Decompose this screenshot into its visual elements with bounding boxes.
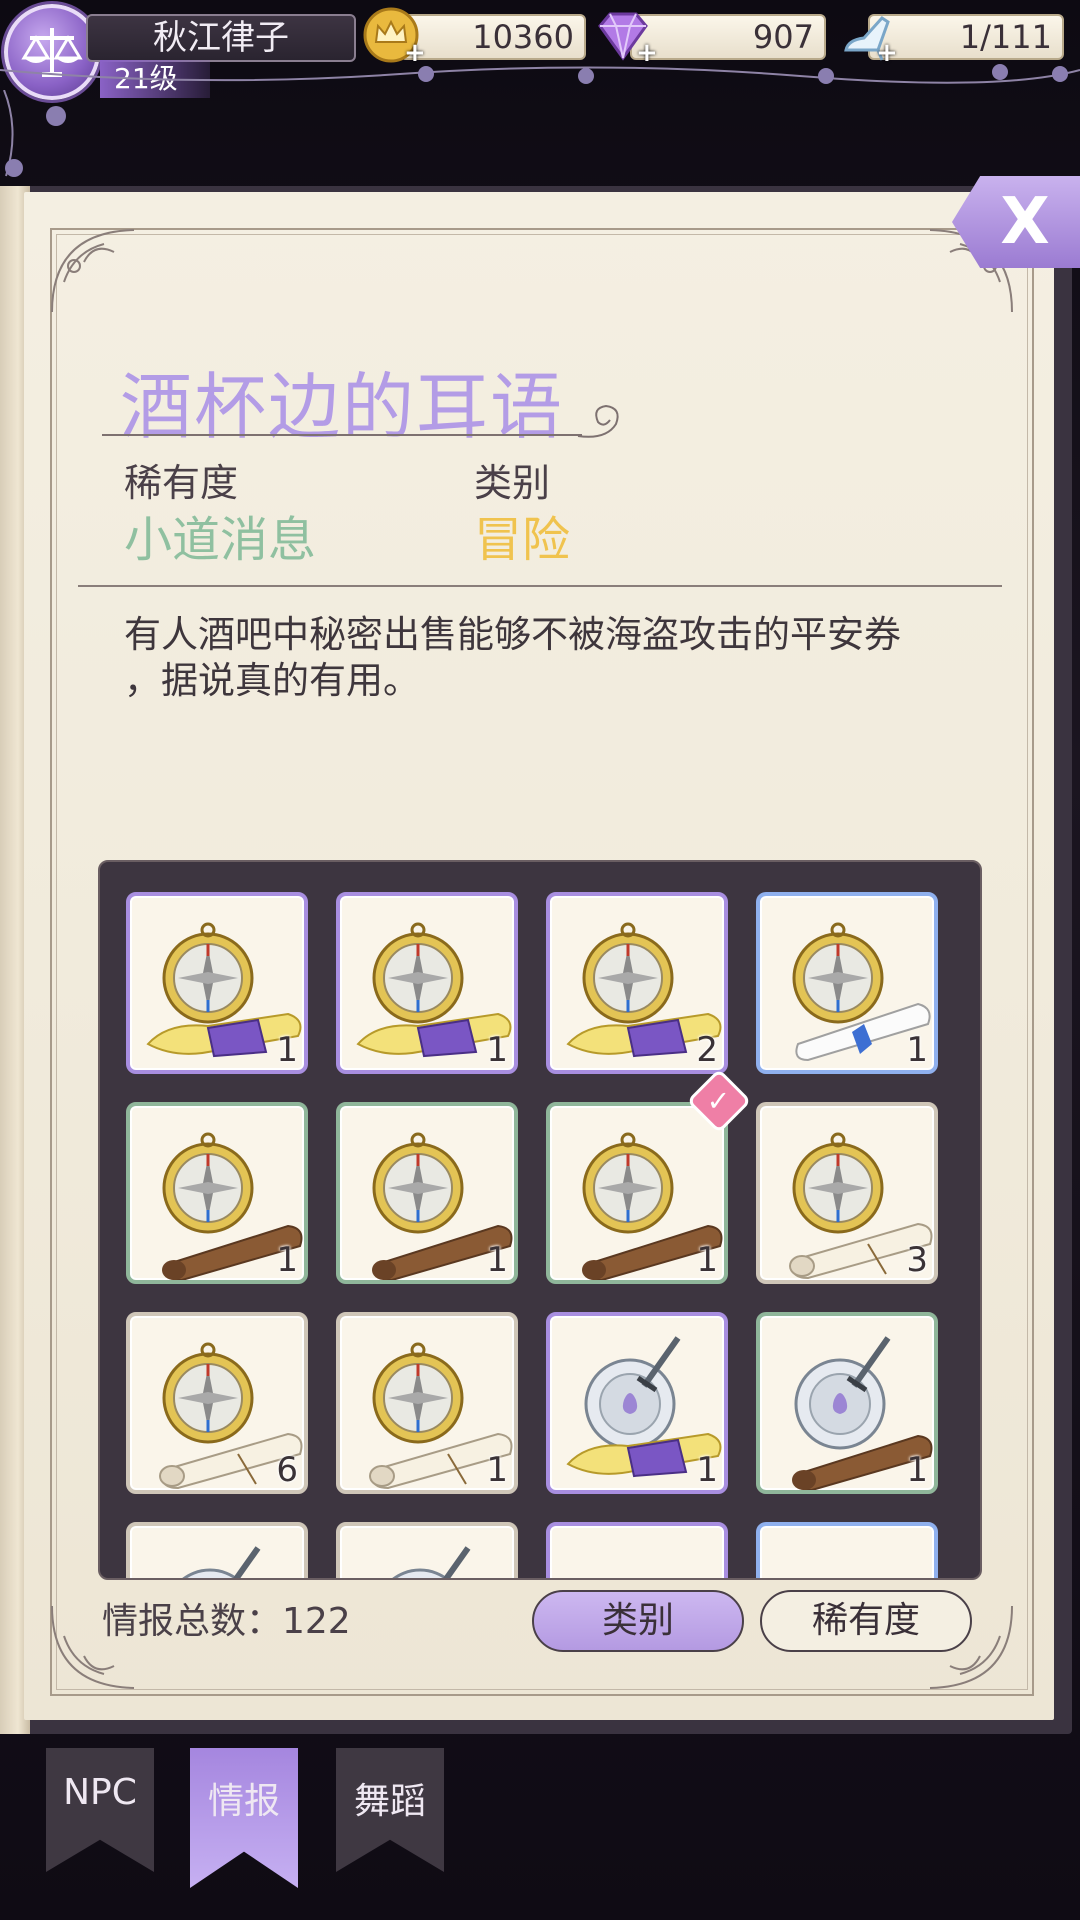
shield-sword-icon <box>182 1546 261 1578</box>
rose-vine-decoration <box>0 64 1080 84</box>
gold-counter: 10360 <box>400 14 586 60</box>
info-item-tile[interactable] <box>546 1522 728 1580</box>
info-item-tile[interactable]: 2 <box>546 892 728 1074</box>
info-item-tile[interactable]: 1 <box>546 1312 728 1494</box>
tab-label: 情报 <box>207 1781 280 1822</box>
info-item-grid: 1 1 2 1 1 1 1 ✓ 3 6 1 1 1 <box>98 860 982 1580</box>
item-count: 1 <box>906 1030 928 1070</box>
info-item-tile[interactable] <box>756 1522 938 1580</box>
item-count: 1 <box>696 1450 718 1490</box>
rarity-label: 稀有度 <box>124 461 239 505</box>
title-underline <box>102 434 582 436</box>
description-line: 有人酒吧中秘密出售能够不被海盗攻击的平安券 <box>124 613 901 656</box>
category-value: 冒险 <box>474 512 571 568</box>
item-count: 6 <box>276 1450 298 1490</box>
info-item-tile[interactable]: 1 <box>336 1312 518 1494</box>
close-icon: X <box>1000 185 1050 259</box>
tab-label: 舞蹈 <box>353 1781 426 1822</box>
tab-label: NPC <box>63 1772 137 1813</box>
info-total-count: 情报总数：122 <box>102 1601 351 1642</box>
rose-corner-decoration <box>3 90 66 177</box>
item-count: 3 <box>906 1240 928 1280</box>
info-item-tile[interactable]: 6 <box>126 1312 308 1494</box>
section-divider <box>78 585 1002 587</box>
info-item-tile[interactable]: 1 <box>756 1312 938 1494</box>
top-bar: 秋江律子 21级 10360 + 907 + 1/111 + <box>0 0 1080 180</box>
item-count: 1 <box>486 1450 508 1490</box>
item-count: 1 <box>486 1240 508 1280</box>
gem-counter: 907 <box>630 14 826 60</box>
item-count: 2 <box>696 1030 718 1070</box>
bird-icon <box>768 1534 934 1580</box>
info-item-tile[interactable] <box>336 1522 518 1578</box>
rarity-sort-button[interactable]: 稀有度 <box>760 1590 972 1652</box>
info-item-tile[interactable]: 1 <box>126 1102 308 1284</box>
player-name: 秋江律子 <box>86 14 356 62</box>
info-item-tile[interactable]: 1 <box>336 1102 518 1284</box>
info-item-tile[interactable]: 3 <box>756 1102 938 1284</box>
item-count: 1 <box>906 1450 928 1490</box>
info-item-tile[interactable]: 1 <box>756 892 938 1074</box>
info-item-tile[interactable] <box>126 1522 308 1578</box>
bird-icon <box>558 1534 724 1580</box>
description-line: ，据说真的有用。 <box>124 659 420 702</box>
info-description: 有人酒吧中秘密出售能够不被海盗攻击的平安券 ，据说真的有用。 <box>124 612 1004 704</box>
flourish-corner-icon <box>51 229 135 313</box>
item-count: 1 <box>696 1240 718 1280</box>
item-count: 1 <box>486 1030 508 1070</box>
info-title: 酒杯边的耳语 <box>120 365 565 449</box>
rarity-value: 小道消息 <box>124 512 317 568</box>
swirl-icon <box>577 404 619 438</box>
item-count: 1 <box>276 1240 298 1280</box>
checkmark-glyph: ✓ <box>707 1084 731 1118</box>
info-item-tile[interactable]: 1 <box>336 892 518 1074</box>
shield-sword-icon <box>392 1546 471 1578</box>
item-count: 1 <box>276 1030 298 1070</box>
info-item-tile[interactable]: 1 <box>546 1102 728 1284</box>
category-sort-button[interactable]: 类别 <box>532 1590 744 1652</box>
category-label: 类别 <box>474 461 551 505</box>
info-item-tile[interactable]: 1 <box>126 892 308 1074</box>
